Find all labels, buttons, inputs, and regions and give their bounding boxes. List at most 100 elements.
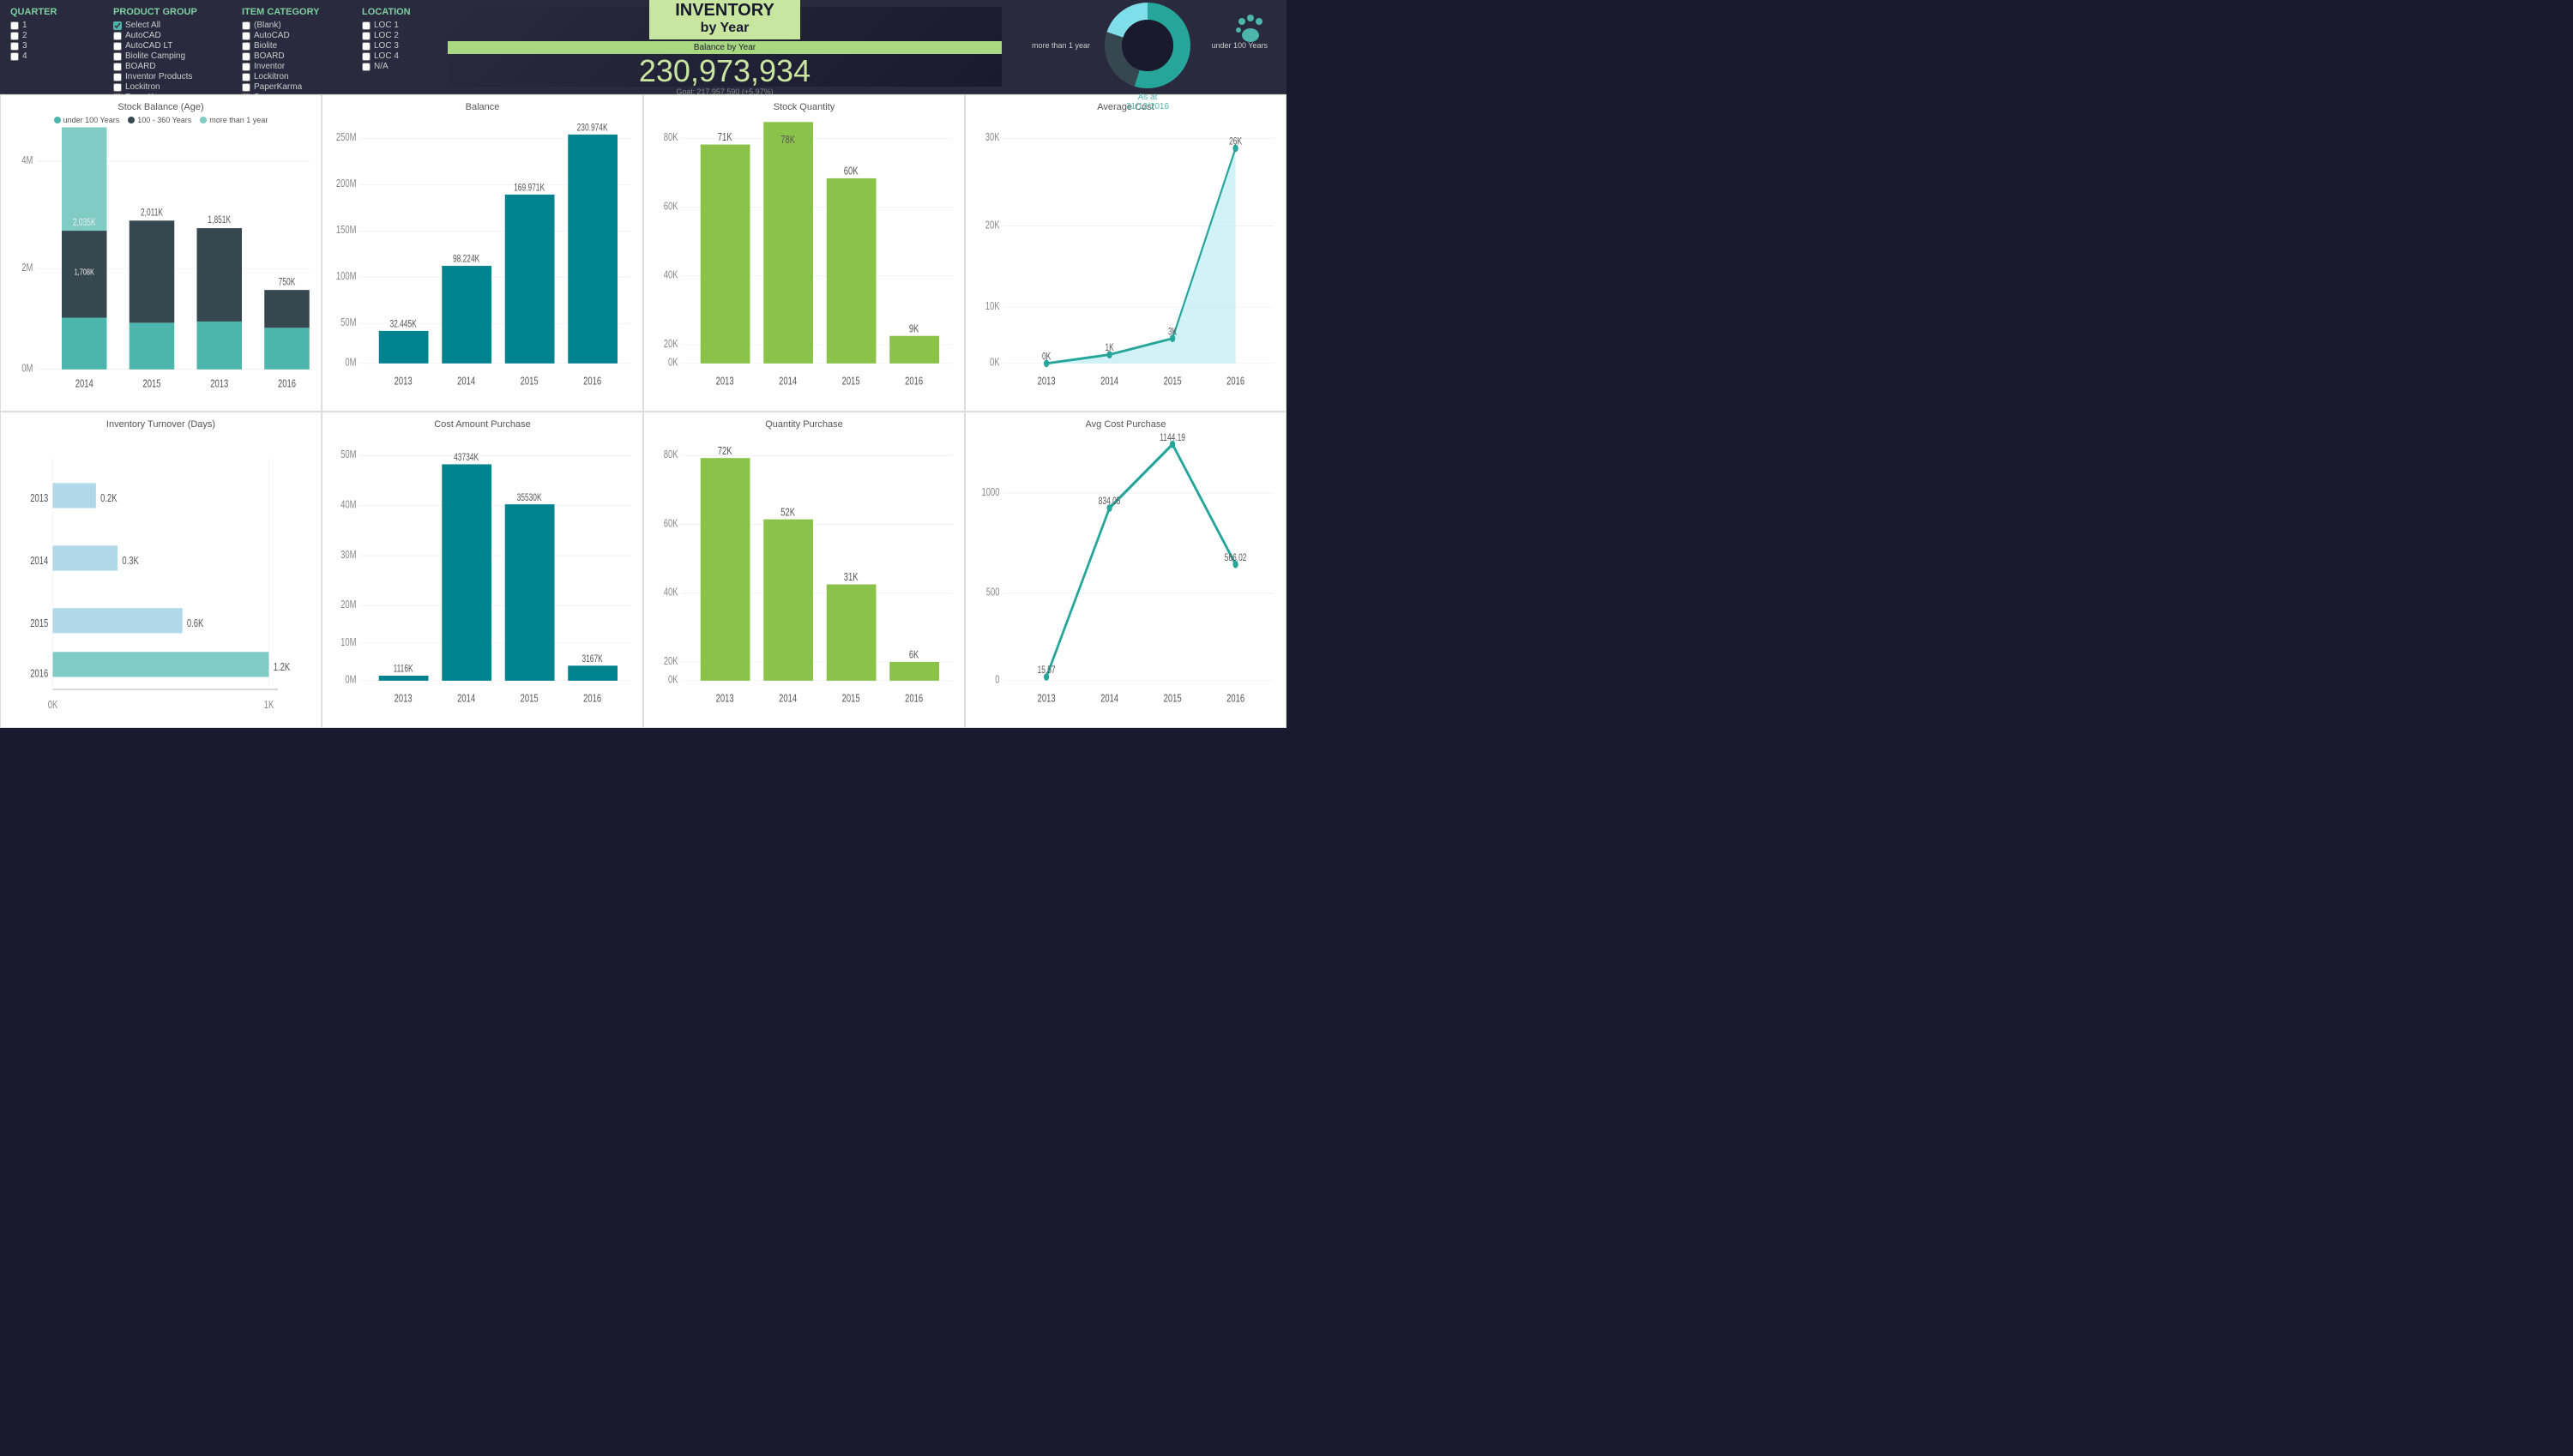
ic-blank[interactable]: (Blank) [242, 21, 345, 30]
avg-cost-purchase-svg: 1000 500 0 15.57 834.05 1144.19 [973, 433, 1279, 721]
svg-text:169.971K: 169.971K [514, 183, 545, 194]
balance-area: 250M 200M 150M 100M 50M 0M 32.445K 2013 [329, 116, 636, 404]
stock-quantity-area: 80K 60K 40K 20K 0K 71K 2013 78K 2014 [651, 116, 957, 404]
balance-panel: Balance 250M 200M 150M 100M 50M 0M [322, 94, 643, 412]
svg-text:30M: 30M [340, 549, 356, 561]
svg-text:2015: 2015 [521, 376, 539, 388]
svg-text:0.6K: 0.6K [187, 617, 204, 629]
pg-autocad[interactable]: AutoCAD [113, 31, 225, 40]
svg-text:2016: 2016 [905, 376, 923, 388]
ic-paperkarma[interactable]: PaperKarma [242, 82, 345, 92]
average-cost-area: 30K 20K 10K 0K 0K 1K 3K [973, 116, 1279, 404]
ic-inventor[interactable]: Inventor [242, 62, 345, 71]
svg-text:20K: 20K [664, 339, 678, 351]
pg-inventor[interactable]: Inventor Products [113, 72, 225, 81]
svg-text:230.974K: 230.974K [577, 123, 608, 134]
loc-na[interactable]: N/A [362, 62, 431, 71]
svg-text:0: 0 [995, 674, 999, 686]
avg-cost-purchase-area: 1000 500 0 15.57 834.05 1144.19 [973, 433, 1279, 721]
svg-text:2014: 2014 [457, 693, 476, 705]
svg-text:20K: 20K [664, 655, 678, 667]
svg-text:20M: 20M [340, 599, 356, 611]
quarter-item-3[interactable]: 3 [10, 41, 96, 51]
svg-text:20K: 20K [985, 220, 1000, 232]
quarter-filter-items: 1 2 3 4 [10, 21, 96, 61]
svg-text:1000: 1000 [981, 486, 999, 498]
svg-text:2014: 2014 [457, 376, 476, 388]
svg-text:43734K: 43734K [454, 452, 479, 463]
svg-text:0M: 0M [21, 363, 33, 375]
quarter-2-checkbox[interactable] [10, 32, 19, 40]
svg-text:2013: 2013 [395, 693, 413, 705]
svg-text:812K: 812K [280, 355, 294, 365]
quarter-1-checkbox[interactable] [10, 21, 19, 30]
inventory-turnover-area: 0K 1K 2013 0.2K 2014 0.3K 2015 0.6K [8, 433, 314, 721]
svg-text:78K: 78K [780, 135, 795, 147]
cost-amount-purchase-panel: Cost Amount Purchase 50M 40M 30M 20M 10M… [322, 412, 643, 729]
svg-text:35530K: 35530K [517, 492, 542, 503]
donut-label-right: under 100 Years [1211, 41, 1268, 50]
ic-board[interactable]: BOARD [242, 51, 345, 61]
quantity-purchase-panel: Quantity Purchase 80K 60K 40K 20K 0K 72K… [643, 412, 965, 729]
svg-text:1,708K: 1,708K [75, 267, 94, 277]
svg-text:0K: 0K [48, 699, 58, 711]
svg-text:71K: 71K [718, 132, 732, 144]
svg-text:40K: 40K [664, 587, 678, 599]
donut-as-at: As at 31/12/2016 [1126, 93, 1169, 111]
pg-biolite[interactable]: Biolite Camping [113, 51, 225, 61]
svg-text:32.445K: 32.445K [389, 319, 416, 330]
donut-section: Stock Balance by Aging Group 100 - 360 Y… [1019, 7, 1276, 87]
svg-text:2014: 2014 [1100, 693, 1119, 705]
quarter-item-2[interactable]: 2 [10, 31, 96, 40]
svg-text:2,011K: 2,011K [141, 208, 163, 219]
svg-text:52K: 52K [780, 506, 795, 518]
donut-chart [1100, 0, 1195, 93]
cost-amount-purchase-area: 50M 40M 30M 20M 10M 0M 1116K 2013 4 [329, 433, 636, 721]
loc-3[interactable]: LOC 3 [362, 41, 431, 51]
item-category-title: ITEM CATEGORY [242, 7, 345, 17]
pg-board[interactable]: BOARD [113, 62, 225, 71]
svg-text:1.2K: 1.2K [274, 661, 291, 673]
loc-1[interactable]: LOC 1 [362, 21, 431, 30]
svg-text:2016: 2016 [1226, 376, 1244, 388]
top-filter-bar: Quarter 1 2 3 4 PRODUCT GROUP Select All… [0, 0, 1286, 94]
svg-text:10K: 10K [985, 301, 1000, 313]
quarter-4-checkbox[interactable] [10, 52, 19, 61]
pg-lockitron[interactable]: Lockitron [113, 82, 225, 92]
quantity-purchase-area: 80K 60K 40K 20K 0K 72K 2013 52K 2014 [651, 433, 957, 721]
svg-text:0M: 0M [345, 357, 356, 369]
quarter-3-checkbox[interactable] [10, 42, 19, 51]
svg-text:0K: 0K [990, 357, 1000, 369]
quarter-item-1[interactable]: 1 [10, 21, 96, 30]
svg-text:0K: 0K [1042, 352, 1051, 363]
location-title: LOCATION [362, 7, 431, 17]
svg-text:2015: 2015 [1164, 693, 1182, 705]
loc-4[interactable]: LOC 4 [362, 51, 431, 61]
stock-balance-age-area: 4M 2M 0M 2,035K 1,708K 1,017K [8, 126, 314, 404]
balance-title: Balance [329, 102, 636, 112]
svg-text:2016: 2016 [583, 376, 601, 388]
average-cost-panel: Average Cost 30K 20K 10K 0K [965, 94, 1286, 412]
loc-2[interactable]: LOC 2 [362, 31, 431, 40]
svg-text:80K: 80K [664, 132, 678, 144]
charts-grid: Stock Balance (Age) under 100 Years 100 … [0, 94, 1286, 728]
pg-selectall[interactable]: Select All [113, 21, 225, 30]
ic-biolite[interactable]: Biolite [242, 41, 345, 51]
stock-quantity-panel: Stock Quantity 80K 60K 40K 20K 0K 71K 20… [643, 94, 965, 412]
svg-text:9K: 9K [909, 323, 919, 335]
svg-text:2015: 2015 [521, 693, 539, 705]
quantity-purchase-svg: 80K 60K 40K 20K 0K 72K 2013 52K 2014 [651, 433, 957, 721]
svg-text:2014: 2014 [30, 555, 49, 567]
quarter-item-4[interactable]: 4 [10, 51, 96, 61]
svg-text:2015: 2015 [1164, 376, 1182, 388]
item-category-items: (Blank) AutoCAD Biolite BOARD Inventor L… [242, 21, 345, 102]
svg-text:925K: 925K [144, 355, 159, 365]
svg-text:2013: 2013 [716, 693, 734, 705]
stock-balance-age-panel: Stock Balance (Age) under 100 Years 100 … [0, 94, 322, 412]
pg-autocadlt[interactable]: AutoCAD LT [113, 41, 225, 51]
ic-lockitron[interactable]: Lockitron [242, 72, 345, 81]
ic-autocad[interactable]: AutoCAD [242, 31, 345, 40]
svg-text:60K: 60K [664, 201, 678, 213]
svg-text:250M: 250M [336, 132, 357, 144]
svg-text:40M: 40M [340, 499, 356, 511]
